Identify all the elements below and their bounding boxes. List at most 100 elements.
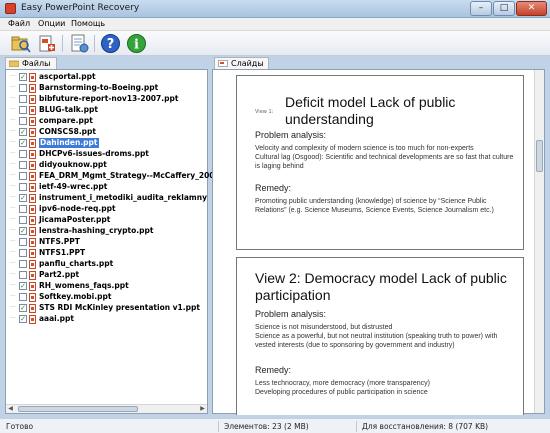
tree-branch-icon: ···	[10, 216, 16, 223]
help-icon[interactable]: ?	[100, 33, 121, 54]
vertical-scrollbar[interactable]	[534, 70, 544, 413]
file-checkbox[interactable]	[19, 271, 27, 279]
file-name: ietf-49-wrec.ppt	[39, 182, 108, 191]
ppt-file-icon	[29, 150, 36, 159]
file-list-item[interactable]: ··· BLUG-talk.ppt	[6, 105, 196, 116]
scroll-left-icon[interactable]: ◀	[6, 405, 15, 413]
file-checkbox[interactable]	[19, 150, 27, 158]
file-checkbox[interactable]	[19, 106, 27, 114]
ppt-file-icon	[29, 128, 36, 137]
file-checkbox[interactable]	[19, 183, 27, 191]
slide-body: Velocity and complexity of modern scienc…	[255, 145, 514, 170]
file-list-item[interactable]: ··· didyouknow.ppt	[6, 160, 196, 171]
horizontal-scrollbar[interactable]: ◀ ▶	[6, 404, 207, 413]
file-list-item[interactable]: ··· DHCPv6-issues-droms.ppt	[6, 149, 196, 160]
folder-icon	[9, 60, 19, 67]
recovery-wizard-icon[interactable]	[69, 33, 90, 54]
tree-branch-icon: ···	[10, 260, 16, 267]
tree-branch-icon: ···	[10, 172, 16, 179]
file-checkbox[interactable]: ✓	[19, 73, 27, 81]
tab-files[interactable]: Файлы	[5, 57, 57, 69]
add-file-icon[interactable]	[36, 33, 57, 54]
file-checkbox[interactable]: ✓	[19, 227, 27, 235]
file-checkbox[interactable]	[19, 205, 27, 213]
file-list-item[interactable]: ··· ✓ instrument_i_metodiki_audita_reklamn…	[6, 193, 207, 204]
file-list-item[interactable]: ··· NTFS.PPT	[6, 237, 196, 248]
minimize-button[interactable]: –	[470, 1, 492, 16]
file-list-item[interactable]: ··· Softkey.mobi.ppt	[6, 292, 196, 303]
ppt-file-icon	[29, 172, 36, 181]
tree-branch-icon: ···	[10, 249, 16, 256]
file-list-item[interactable]: ··· panflu_charts.ppt	[6, 259, 196, 270]
file-checkbox[interactable]	[19, 249, 27, 257]
file-checkbox[interactable]	[19, 95, 27, 103]
ppt-file-icon	[29, 271, 36, 280]
file-checkbox[interactable]: ✓	[19, 128, 27, 136]
ppt-file-icon	[29, 194, 36, 203]
file-list-item[interactable]: ··· ✓ ascportal.ppt	[6, 72, 196, 83]
file-checkbox[interactable]	[19, 172, 27, 180]
file-list-item[interactable]: ··· ietf-49-wrec.ppt	[6, 182, 196, 193]
file-name: ipv6-node-req.ppt	[39, 204, 116, 213]
file-list-item[interactable]: ··· Barnstorming-to-Boeing.ppt	[6, 83, 196, 94]
file-list-item[interactable]: ··· compare.ppt	[6, 116, 196, 127]
file-list-item[interactable]: ··· FEA_DRM_Mgmt_Strategy--McCaffery_200	[6, 171, 215, 182]
file-list-item[interactable]: ··· ✓ STS RDI McKinley presentation v1.ppt	[6, 303, 200, 314]
file-list-item[interactable]: ··· ✓ lenstra-hashing_crypto.ppt	[6, 226, 196, 237]
scroll-right-icon[interactable]: ▶	[198, 405, 207, 413]
tree-branch-icon: ···	[10, 117, 16, 124]
tree-branch-icon: ···	[10, 227, 16, 234]
file-checkbox[interactable]	[19, 238, 27, 246]
maximize-button[interactable]: □	[493, 1, 515, 16]
file-list-item[interactable]: ··· Part2.ppt	[6, 270, 196, 281]
scroll-thumb[interactable]	[536, 140, 543, 172]
tree-branch-icon: ···	[10, 205, 16, 212]
file-checkbox[interactable]: ✓	[19, 304, 27, 312]
slide-preview: View 1: Deficit model Lack of public und…	[236, 75, 524, 250]
file-checkbox[interactable]: ✓	[19, 282, 27, 290]
menu-file[interactable]: Файл	[8, 19, 30, 28]
status-separator	[218, 421, 219, 432]
title-bar: Easy PowerPoint Recovery – □ ✕	[0, 0, 550, 18]
file-checkbox[interactable]	[19, 161, 27, 169]
file-list-item[interactable]: ··· bibfuture-report-nov13-2007.ppt	[6, 94, 196, 105]
scroll-thumb[interactable]	[18, 406, 138, 412]
file-list-item[interactable]: ··· JicamaPoster.ppt	[6, 215, 196, 226]
file-name: DHCPv6-issues-droms.ppt	[39, 149, 149, 158]
menu-help[interactable]: Помощь	[71, 19, 105, 28]
file-list-item[interactable]: ··· ✓ aaai.ppt	[6, 314, 196, 325]
menu-options[interactable]: Опции	[38, 19, 65, 28]
open-folder-icon[interactable]	[10, 33, 31, 54]
tree-branch-icon: ···	[10, 282, 16, 289]
file-list-item[interactable]: ··· ✓ Dahinden.ppt	[6, 138, 196, 149]
file-checkbox[interactable]	[19, 216, 27, 224]
menu-bar: Файл Опции Помощь	[0, 18, 550, 31]
file-name: compare.ppt	[39, 116, 93, 125]
file-list-item[interactable]: ··· NTFS1.PPT	[6, 248, 196, 259]
slide-title: View 2: Democracy model Lack of public p…	[255, 270, 507, 303]
file-checkbox[interactable]	[19, 293, 27, 301]
file-name: NTFS.PPT	[39, 237, 80, 246]
tab-files-label: Файлы	[22, 59, 51, 68]
file-list-item[interactable]: ··· ✓ CONSCS8.ppt	[6, 127, 196, 138]
tab-slides[interactable]: Слайды	[214, 57, 269, 69]
file-checkbox[interactable]	[19, 84, 27, 92]
ppt-file-icon	[29, 249, 36, 258]
file-list-item[interactable]: ··· ipv6-node-req.ppt	[6, 204, 196, 215]
file-name: Softkey.mobi.ppt	[39, 292, 112, 301]
file-checkbox[interactable]: ✓	[19, 315, 27, 323]
ppt-file-icon	[29, 227, 36, 236]
file-checkbox[interactable]: ✓	[19, 139, 27, 147]
file-checkbox[interactable]: ✓	[19, 194, 27, 202]
status-to-recover: Для восстановления: 8 (707 KB)	[362, 422, 489, 431]
file-list-item[interactable]: ··· ✓ RH_womens_faqs.ppt	[6, 281, 196, 292]
ppt-file-icon	[29, 117, 36, 126]
close-button[interactable]: ✕	[516, 1, 547, 16]
file-name: JicamaPoster.ppt	[39, 215, 111, 224]
status-ready: Готово	[6, 422, 34, 431]
file-checkbox[interactable]	[19, 117, 27, 125]
info-icon[interactable]: i	[126, 33, 147, 54]
ppt-file-icon	[29, 293, 36, 302]
slide-heading: Problem analysis:	[255, 130, 327, 140]
file-checkbox[interactable]	[19, 260, 27, 268]
